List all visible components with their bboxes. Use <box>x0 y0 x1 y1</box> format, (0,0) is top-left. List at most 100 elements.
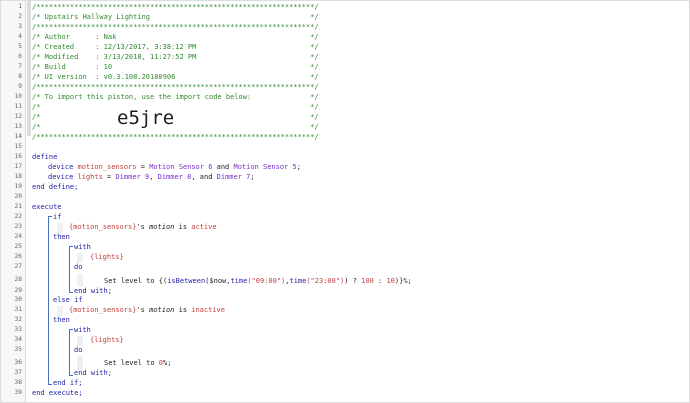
line-number: 5 <box>18 43 22 50</box>
line-number: 6 <box>18 53 22 60</box>
operator-is: is <box>174 223 192 231</box>
keyword-define: define <box>32 153 58 161</box>
semicolon: ; <box>250 173 255 181</box>
header-border: /***************************************… <box>32 83 319 91</box>
header-build: /* Build : 10 */ <box>32 63 319 71</box>
attribute-motion: motion <box>149 306 175 314</box>
possessive: 's <box>136 306 150 314</box>
line-number: 22 <box>14 213 22 220</box>
define-line[interactable]: define <box>32 152 57 162</box>
header-created: /* Created : 12/13/2017, 3:38:12 PM */ <box>32 43 319 51</box>
expr-ternary: ) ? <box>344 277 362 285</box>
header-border: /***************************************… <box>32 23 319 31</box>
header-blank-comment: /* */ <box>32 113 319 121</box>
value-active: active <box>191 223 217 231</box>
expr-colon: : <box>373 277 387 285</box>
keyword-device: device <box>48 173 74 181</box>
comma-and: , and <box>191 173 217 181</box>
device-lights-line[interactable]: device lights = Dimmer 9, Dimmer 8, and … <box>48 172 255 182</box>
operator-eq: = <box>102 173 116 181</box>
line-number: 14 <box>14 133 22 140</box>
number-10: 10 <box>386 277 395 285</box>
header-border-top: /***************************************… <box>32 3 319 11</box>
header-comment-bar <box>27 1 31 136</box>
line-number: 12 <box>14 113 22 120</box>
line-number: 4 <box>18 33 22 40</box>
execute-line[interactable]: execute <box>32 202 62 212</box>
line-number: 13 <box>14 123 22 130</box>
with-lights-device[interactable]: {lights} <box>90 252 124 262</box>
device-dimmer-7: Dimmer 7 <box>216 173 251 181</box>
percent-semicolon: %; <box>163 359 172 367</box>
number-100: 100 <box>361 277 374 285</box>
line-number: 39 <box>14 389 22 396</box>
operator-eq: = <box>136 163 150 171</box>
semicolon: ; <box>296 163 301 171</box>
command-set-level: Set level to <box>104 359 159 367</box>
line-number: 3 <box>18 23 22 30</box>
set-level-expression-line[interactable]: Set level to {(isBetween($now,time("09:0… <box>104 276 412 286</box>
line-number: 26 <box>14 253 22 260</box>
line-number: 27 <box>14 263 22 270</box>
operator-is: is <box>174 306 192 314</box>
line-number: 25 <box>14 243 22 250</box>
else-if-keyword[interactable]: else if <box>53 295 83 305</box>
function-time: time <box>289 277 307 285</box>
if-keyword[interactable]: if <box>53 212 61 222</box>
line-number: 10 <box>14 93 22 100</box>
function-time: time <box>230 277 248 285</box>
end-define-line[interactable]: end define; <box>32 182 78 192</box>
line-number: 11 <box>14 103 22 110</box>
line-number: 19 <box>14 183 22 190</box>
keyword-device: device <box>48 163 74 171</box>
attribute-motion: motion <box>149 223 175 231</box>
import-code[interactable]: e5jre <box>117 108 174 128</box>
line-number: 20 <box>14 193 22 200</box>
do-keyword[interactable]: do <box>74 262 82 272</box>
condition-motion-active[interactable]: {motion_sensors}'s motion is active <box>69 222 217 232</box>
with-keyword[interactable]: with <box>74 242 91 252</box>
expr-args: ($now, <box>205 277 231 285</box>
with-block-bracket <box>69 246 73 293</box>
line-number: 30 <box>14 296 22 303</box>
line-number: 23 <box>14 223 22 230</box>
header-blank-comment: /* */ <box>32 103 319 111</box>
line-number: 9 <box>18 83 22 90</box>
condition-motion-inactive[interactable]: {motion_sensors}'s motion is inactive <box>69 305 225 315</box>
end-with-line[interactable]: end with; <box>74 368 112 378</box>
line-number: 16 <box>14 153 22 160</box>
line-number: 8 <box>18 73 22 80</box>
do-indent <box>77 273 83 287</box>
line-number: 2 <box>18 13 22 20</box>
if-block-bracket <box>48 216 52 385</box>
value-inactive: inactive <box>191 306 225 314</box>
end-execute-line[interactable]: end execute; <box>32 388 83 398</box>
end-if-line[interactable]: end if; <box>53 378 83 388</box>
device-motion-sensors-line[interactable]: device motion_sensors = Motion Sensor 6 … <box>48 162 301 172</box>
header-title: /* Upstairs Hallway Lighting */ <box>32 13 319 21</box>
with-block-bracket <box>69 329 73 376</box>
variable-lights: lights <box>77 173 103 181</box>
line-number: 37 <box>14 369 22 376</box>
line-number: 34 <box>14 336 22 343</box>
line-number: 18 <box>14 173 22 180</box>
do-keyword[interactable]: do <box>74 345 82 355</box>
header-ui-version: /* UI version : v0.3.108.20180906 */ <box>32 73 319 81</box>
device-dimmer-9: Dimmer 9 <box>115 173 150 181</box>
line-number: 36 <box>14 359 22 366</box>
then-keyword[interactable]: then <box>53 315 70 325</box>
line-number: 38 <box>14 379 22 386</box>
set-level-zero-line[interactable]: Set level to 0%; <box>104 358 171 368</box>
condition-device: {motion_sensors} <box>69 223 137 231</box>
with-keyword[interactable]: with <box>74 325 91 335</box>
with-lights-device[interactable]: {lights} <box>90 335 124 345</box>
function-isbetween: isBetween <box>167 277 206 285</box>
then-keyword[interactable]: then <box>53 232 70 242</box>
string-0900: ("09:00") <box>247 277 286 285</box>
variable-motion-sensors: motion_sensors <box>77 163 137 171</box>
command-set-level: Set level to <box>104 277 159 285</box>
line-number: 17 <box>14 163 22 170</box>
line-number: 7 <box>18 63 22 70</box>
line-number: 28 <box>14 276 22 283</box>
device-motion-sensor-6: Motion Sensor 6 <box>149 163 213 171</box>
